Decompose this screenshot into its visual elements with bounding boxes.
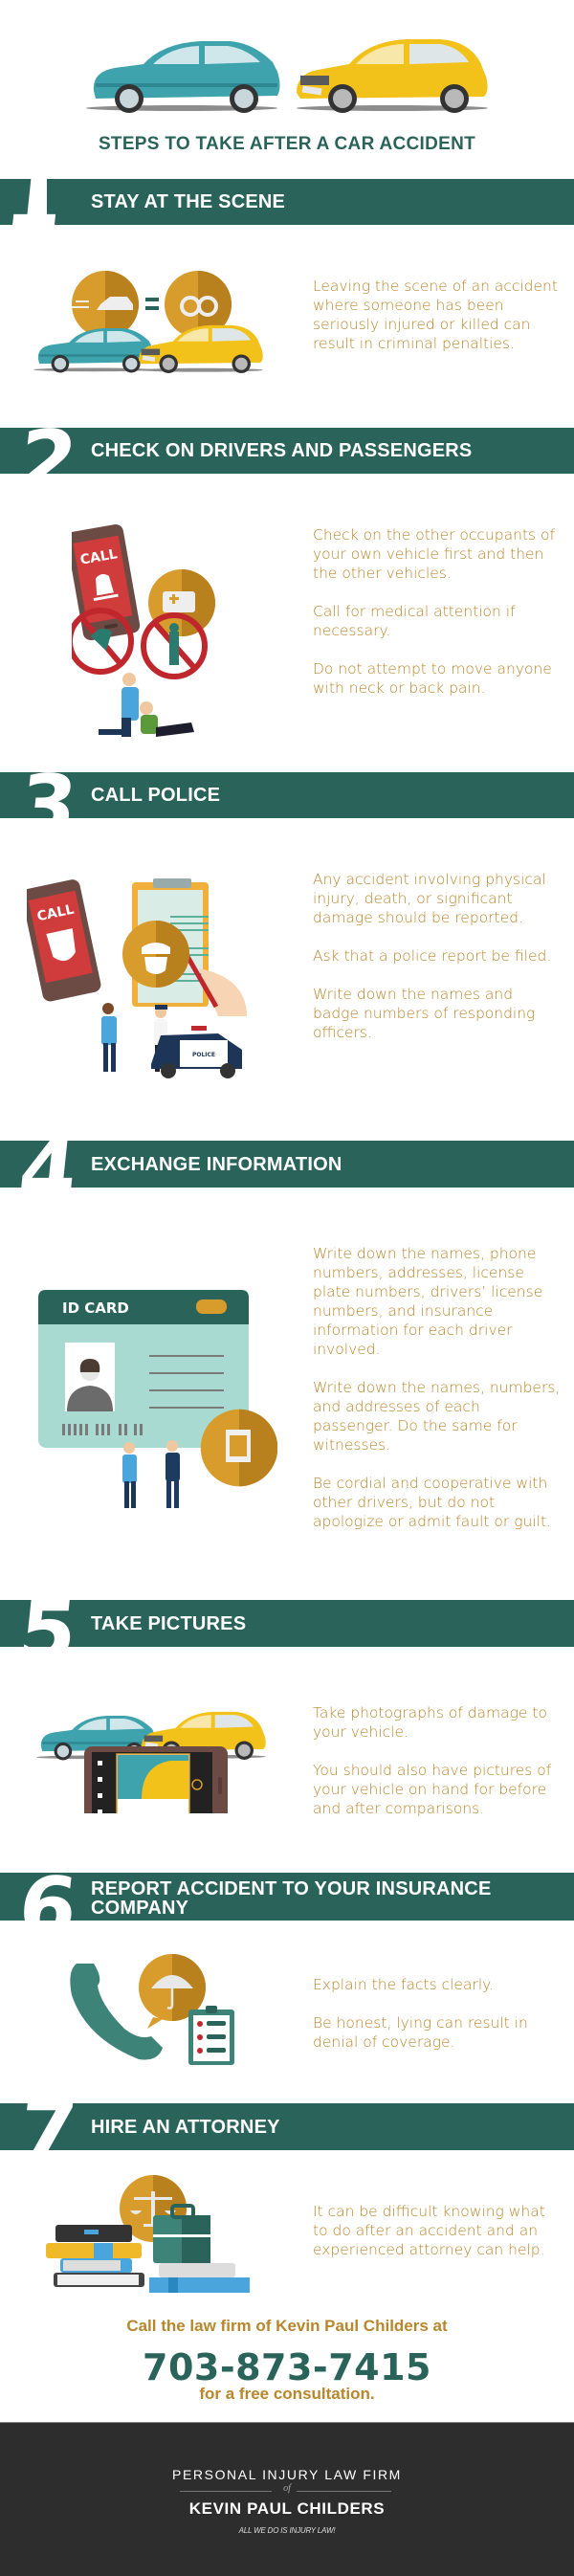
- step-paragraph: Take photographs of damage to your vehic…: [313, 1704, 547, 1741]
- step-paragraph: Be cordial and cooperative with other dr…: [313, 1475, 551, 1530]
- step-paragraph: Any accident involving physical injury, …: [313, 871, 546, 926]
- step-5-text: Take photographs of damage to your vehic…: [313, 1703, 562, 1837]
- step-2-text: Check on the other occupants of your own…: [313, 525, 562, 717]
- step-4-text: Write down the names, phone numbers, add…: [313, 1244, 562, 1550]
- step-paragraph: Leaving the scene of an accident where s…: [313, 278, 558, 352]
- phone-call-ambulance-icon: CALL: [66, 517, 244, 746]
- id-card-icon: ID CARD: [38, 1290, 278, 1515]
- footer-tagline: ALL WE DO IS INJURY LAW!: [238, 2526, 336, 2535]
- step-7-text: It can be difficult knowing what to do a…: [313, 2202, 562, 2278]
- car-collision-icon: [86, 39, 488, 113]
- scales-briefcase-books-icon: [46, 2172, 261, 2301]
- step-number: 6: [13, 1873, 82, 1921]
- step-title: TAKE PICTURES: [91, 1613, 247, 1634]
- page-title: STEPS TO TAKE AFTER A CAR ACCIDENT: [98, 134, 476, 154]
- step-title: STAY AT THE SCENE: [91, 191, 286, 212]
- step-paragraph: It can be difficult knowing what to do a…: [313, 2203, 545, 2258]
- step-paragraph: You should also have pictures of your ve…: [313, 1762, 552, 1817]
- step-header-4: 4 EXCHANGE INFORMATION: [0, 1141, 574, 1188]
- step-title-line2: COMPANY: [91, 1898, 189, 1919]
- footer: PERSONAL INJURY LAW FIRM of KEVIN PAUL C…: [0, 2422, 574, 2576]
- footer-firm-type: PERSONAL INJURY LAW FIRM: [172, 2467, 402, 2482]
- step-header-2: 2 CHECK ON DRIVERS AND PASSENGERS: [0, 428, 574, 474]
- step-3-text: Any accident involving physical injury, …: [313, 870, 562, 1061]
- step-title-line1: REPORT ACCIDENT TO YOUR INSURANCE: [91, 1878, 492, 1899]
- step-paragraph: Ask that a police report be filed.: [313, 947, 552, 965]
- step-number: 2: [14, 428, 81, 474]
- step-number: 7: [14, 2103, 81, 2150]
- step-paragraph: Explain the facts clearly.: [313, 1976, 495, 1993]
- step-title: CHECK ON DRIVERS AND PASSENGERS: [91, 440, 473, 461]
- step-1-text: Leaving the scene of an accident where s…: [313, 277, 562, 372]
- step-paragraph: Call for medical attention if necessary.: [313, 603, 516, 639]
- step-title: CALL POLICE: [91, 785, 221, 806]
- step-number: 3: [14, 772, 81, 818]
- step-header-7: 7 HIRE AN ATTORNEY: [0, 2103, 574, 2150]
- footer-rule-left: [180, 2491, 272, 2492]
- car-leaving-equals-handcuffs-icon: [33, 268, 273, 388]
- cta-intro: Call the law firm of Kevin Paul Childers…: [126, 2317, 448, 2335]
- cta-outro: for a free consultation.: [199, 2385, 375, 2403]
- footer-firm-name: KEVIN PAUL CHILDERS: [188, 2499, 386, 2518]
- step-paragraph: Check on the other occupants of your own…: [313, 526, 555, 582]
- footer-of: of: [283, 2483, 291, 2494]
- step-header-1: 1 STAY AT THE SCENE: [0, 179, 574, 225]
- step-header-6: 6 REPORT ACCIDENT TO YOUR INSURANCE COMP…: [0, 1873, 574, 1921]
- cta-phone-number[interactable]: 703-873-7415: [0, 2346, 574, 2388]
- step-header-3: 3 CALL POLICE: [0, 772, 574, 818]
- step-paragraph: Be honest, lying can result in denial of…: [313, 2014, 528, 2051]
- phone-police-report-icon: CALL POLICE: [21, 873, 280, 1093]
- step-number: 4: [14, 1141, 81, 1188]
- step-paragraph: Write down the names, phone numbers, add…: [313, 1245, 543, 1358]
- police-car-label: POLICE: [192, 1052, 215, 1058]
- step-6-text: Explain the facts clearly. Be honest, ly…: [313, 1975, 562, 2071]
- footer-rule-right: [297, 2491, 391, 2492]
- step-header-5: 5 TAKE PICTURES: [0, 1600, 574, 1647]
- step-title: EXCHANGE INFORMATION: [91, 1154, 342, 1175]
- step-paragraph: Write down the names, numbers, and addre…: [313, 1379, 561, 1454]
- divider: [33, 179, 47, 225]
- phone-camera-icon: [36, 1708, 271, 1829]
- phone-umbrella-checklist-icon: [67, 1952, 258, 2072]
- id-card-label: ID CARD: [62, 1299, 129, 1317]
- step-title: HIRE AN ATTORNEY: [91, 2117, 280, 2138]
- step-paragraph: Do not attempt to move anyone with neck …: [313, 660, 552, 697]
- step-number: 5: [14, 1600, 81, 1647]
- step-paragraph: Write down the names and badge numbers o…: [313, 986, 536, 1041]
